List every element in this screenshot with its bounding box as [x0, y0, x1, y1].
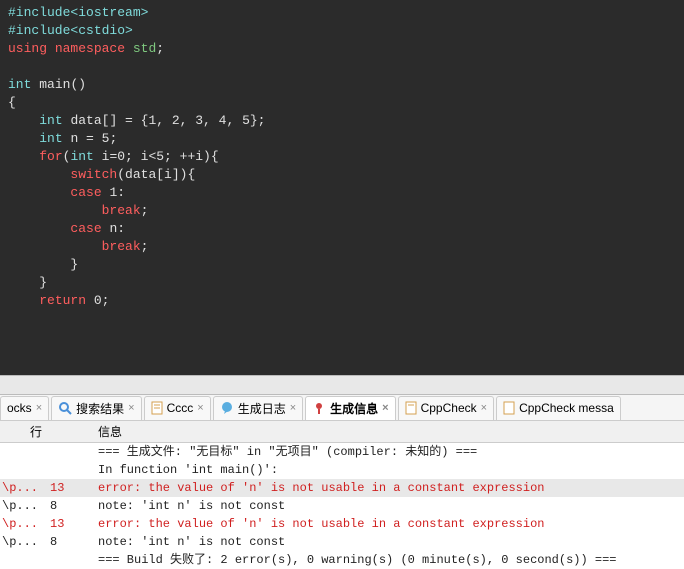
- msg-line: 13: [50, 515, 90, 533]
- close-icon[interactable]: ×: [481, 402, 487, 414]
- message-row[interactable]: \p...8note: 'int n' is not const: [0, 497, 684, 515]
- message-row[interactable]: \p...8note: 'int n' is not const: [0, 533, 684, 551]
- msg-file: [0, 551, 50, 569]
- tab-label: 生成日志: [238, 400, 286, 417]
- chat-icon: [220, 401, 234, 415]
- kw-case: case: [70, 185, 101, 200]
- semi: ;: [141, 203, 149, 218]
- kw-for: for: [39, 149, 62, 164]
- brace: }: [39, 275, 47, 290]
- kw-break: break: [102, 239, 141, 254]
- document-icon: [405, 401, 417, 415]
- pin-icon: [312, 401, 326, 415]
- kw-namespace: namespace: [55, 41, 125, 56]
- message-row-error[interactable]: \p...13error: the value of 'n' is not us…: [0, 515, 684, 533]
- msg-line: 13: [50, 479, 90, 497]
- msg-text: === Build 失败了: 2 error(s), 0 warning(s) …: [90, 551, 684, 569]
- close-icon[interactable]: ×: [197, 402, 203, 414]
- close-icon[interactable]: ×: [36, 402, 42, 414]
- message-row[interactable]: In function 'int main()':: [0, 461, 684, 479]
- document-icon: [503, 401, 515, 415]
- tab-label: ocks: [7, 401, 32, 415]
- message-row-error[interactable]: \p...13error: the value of 'n' is not us…: [0, 479, 684, 497]
- message-row[interactable]: === Build 失败了: 2 error(s), 0 warning(s) …: [0, 551, 684, 569]
- msg-line: 8: [50, 533, 90, 551]
- include-hdr: <iostream>: [70, 5, 148, 20]
- fn-main: main: [39, 77, 70, 92]
- msg-text: In function 'int main()':: [90, 461, 684, 479]
- document-icon: [151, 401, 163, 415]
- decl-data: data[] = {1, 2, 3, 4, 5};: [70, 113, 265, 128]
- kw-int: int: [8, 77, 31, 92]
- tab-search-results[interactable]: 搜索结果 ×: [51, 396, 141, 420]
- switch-expr: (data[i]){: [117, 167, 195, 182]
- tab-label: CppCheck: [421, 401, 477, 415]
- kw-case: case: [70, 221, 101, 236]
- include-hdr: <cstdio>: [70, 23, 132, 38]
- tab-build-log[interactable]: 生成日志 ×: [213, 396, 303, 420]
- kw-switch: switch: [70, 167, 117, 182]
- msg-text: note: 'int n' is not const: [90, 533, 684, 551]
- tab-cccc[interactable]: Cccc×: [144, 396, 211, 420]
- brace: }: [70, 257, 78, 272]
- tab-label: Cccc: [167, 401, 194, 415]
- code-editor[interactable]: #include<iostream> #include<cstdio> usin…: [0, 0, 684, 375]
- msg-file: [0, 461, 50, 479]
- tab-label: 搜索结果: [76, 400, 124, 417]
- message-row[interactable]: === 生成文件: "无目标" in "无项目" (compiler: 未知的)…: [0, 443, 684, 461]
- kw-using: using: [8, 41, 47, 56]
- messages-panel[interactable]: === 生成文件: "无目标" in "无项目" (compiler: 未知的)…: [0, 443, 684, 569]
- case-n: n:: [102, 221, 125, 236]
- parens: (): [70, 77, 86, 92]
- tab-cppcheck-messages[interactable]: CppCheck messa: [496, 396, 621, 420]
- brace: {: [8, 95, 16, 110]
- output-tabbar: ocks× 搜索结果× Cccc× 生成日志× 生成信息× CppCheck× …: [0, 395, 684, 421]
- msg-text: === 生成文件: "无目标" in "无项目" (compiler: 未知的)…: [90, 443, 684, 461]
- preproc: #include: [8, 5, 70, 20]
- preproc: #include: [8, 23, 70, 38]
- msg-line: 8: [50, 497, 90, 515]
- messages-header: 行 信息: [0, 421, 684, 443]
- ident-std: std: [133, 41, 156, 56]
- msg-file: \p...: [0, 515, 50, 533]
- for-cond: i=0; i<5; ++i){: [94, 149, 219, 164]
- decl-n: n = 5;: [70, 131, 117, 146]
- col-line: 行: [30, 423, 90, 440]
- case-1: 1:: [102, 185, 125, 200]
- msg-line: [50, 461, 90, 479]
- msg-file: \p...: [0, 533, 50, 551]
- kw-int: int: [39, 131, 62, 146]
- col-message: 信息: [90, 423, 684, 440]
- msg-file: [0, 443, 50, 461]
- tab-label: 生成信息: [330, 400, 378, 417]
- semi: ;: [156, 41, 164, 56]
- msg-line: [50, 551, 90, 569]
- msg-text: error: the value of 'n' is not usable in…: [90, 515, 684, 533]
- tab-cppcheck[interactable]: CppCheck ×: [398, 396, 494, 420]
- kw-int: int: [39, 113, 62, 128]
- search-icon: [58, 401, 72, 415]
- kw-return: return: [39, 293, 86, 308]
- tab-partial[interactable]: ocks ×: [0, 396, 49, 420]
- msg-file: \p...: [0, 497, 50, 515]
- msg-line: [50, 443, 90, 461]
- semi: ;: [141, 239, 149, 254]
- ret-val: 0;: [86, 293, 109, 308]
- tab-build-messages[interactable]: 生成信息 ×: [305, 396, 395, 420]
- kw-int: int: [70, 149, 93, 164]
- msg-file: \p...: [0, 479, 50, 497]
- kw-break: break: [102, 203, 141, 218]
- splitter[interactable]: [0, 375, 684, 395]
- msg-text: note: 'int n' is not const: [90, 497, 684, 515]
- tab-label: CppCheck messa: [519, 401, 614, 415]
- msg-text: error: the value of 'n' is not usable in…: [90, 479, 684, 497]
- close-icon[interactable]: ×: [382, 402, 388, 414]
- close-icon[interactable]: ×: [290, 402, 296, 414]
- close-icon[interactable]: ×: [128, 402, 134, 414]
